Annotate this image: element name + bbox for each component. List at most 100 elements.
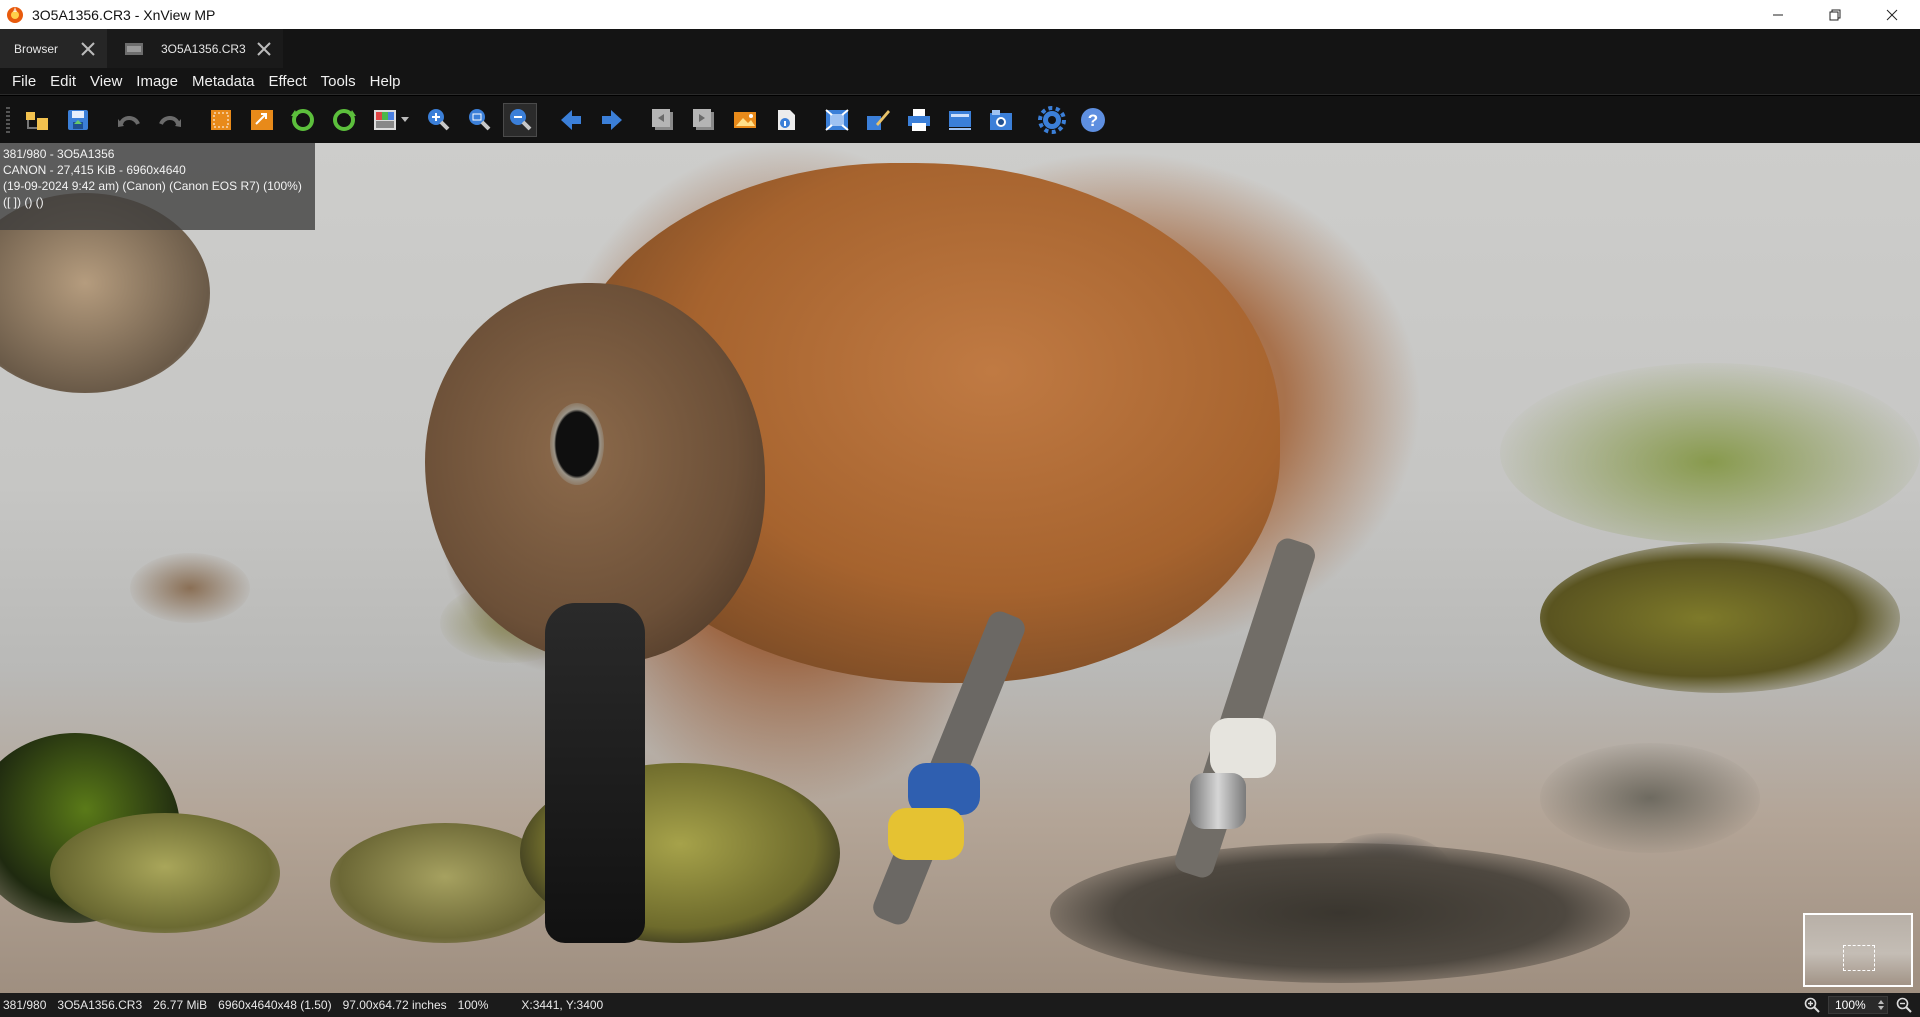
zoom-level-value: 100%	[1835, 998, 1866, 1012]
status-bar: 381/980 3O5A1356.CR3 26.77 MiB 6960x4640…	[0, 993, 1920, 1017]
zoom-in-icon[interactable]	[1804, 997, 1820, 1013]
stone	[130, 553, 250, 623]
next-icon	[602, 109, 622, 130]
tab-label: Browser	[14, 41, 59, 56]
next-button[interactable]	[595, 103, 629, 137]
status-filename: 3O5A1356.CR3	[57, 998, 143, 1012]
info-line: CANON - 27,415 KiB - 6960x4640	[3, 163, 186, 177]
properties-icon	[778, 109, 795, 130]
close-icon	[257, 41, 271, 56]
crop-icon	[211, 109, 231, 130]
tab-close-button[interactable]	[79, 40, 97, 58]
svg-text:?: ?	[1088, 111, 1098, 130]
menu-help[interactable]: Help	[363, 73, 408, 90]
resize-icon	[251, 109, 273, 130]
status-print-size: 97.00x64.72 inches	[342, 998, 447, 1012]
stone	[1540, 543, 1900, 693]
redo-button[interactable]	[153, 103, 187, 137]
bird-beak	[545, 603, 645, 943]
open-folder-button[interactable]	[20, 103, 54, 137]
fullscreen-icon	[825, 108, 849, 131]
status-filesize: 26.77 MiB	[153, 998, 208, 1012]
menu-tools[interactable]: Tools	[314, 73, 363, 90]
stone	[50, 813, 280, 933]
toolbar: ?	[0, 96, 1920, 143]
tab-image-file[interactable]: 3O5A1356.CR3	[107, 29, 283, 68]
help-button[interactable]: ?	[1076, 103, 1110, 137]
edit-button[interactable]	[861, 103, 895, 137]
last-page-icon	[693, 108, 714, 130]
minimize-icon	[1772, 14, 1783, 15]
first-page-button[interactable]	[646, 103, 680, 137]
toolbar-grip[interactable]	[6, 106, 10, 133]
settings-icon	[1038, 105, 1066, 134]
zoom-level-field[interactable]: 100%	[1828, 996, 1888, 1014]
set-wallpaper-button[interactable]	[728, 103, 762, 137]
restore-button[interactable]	[1806, 0, 1863, 29]
info-line: (19-09-2024 9:42 am) (Canon) (Canon EOS …	[3, 179, 302, 193]
resize-button[interactable]	[245, 103, 279, 137]
settings-button[interactable]	[1035, 103, 1069, 137]
zoom-in-button[interactable]	[421, 103, 455, 137]
close-icon	[1886, 9, 1897, 20]
leg-ring-white	[1210, 718, 1276, 778]
zoom-out-button[interactable]	[503, 102, 537, 137]
xnview-logo-icon	[7, 6, 23, 23]
properties-button[interactable]	[769, 103, 803, 137]
menu-effect[interactable]: Effect	[262, 73, 314, 90]
tab-browser[interactable]: Browser	[0, 29, 107, 68]
info-line: ([ ]) () ()	[3, 195, 44, 209]
color-adjust-button[interactable]	[368, 103, 402, 137]
zoom-out-icon[interactable]	[1896, 997, 1912, 1013]
print-icon	[908, 108, 930, 131]
rotate-right-button[interactable]	[327, 103, 361, 137]
undo-icon	[118, 115, 140, 127]
zoom-spinner[interactable]	[1878, 1000, 1884, 1010]
first-page-icon	[652, 108, 673, 130]
window-title: 3O5A1356.CR3 - XnView MP	[32, 6, 216, 23]
menu-metadata[interactable]: Metadata	[185, 73, 262, 90]
print-button[interactable]	[902, 103, 936, 137]
menu-image[interactable]: Image	[129, 73, 185, 90]
save-icon	[68, 109, 88, 130]
leg-ring-yellow	[888, 808, 964, 860]
scan-button[interactable]	[943, 103, 977, 137]
image-info-overlay: 381/980 - 3O5A1356 CANON - 27,415 KiB - …	[0, 143, 315, 230]
last-page-button[interactable]	[687, 103, 721, 137]
bird-eye	[550, 403, 604, 485]
zoom-fit-button[interactable]	[462, 103, 496, 137]
fullscreen-button[interactable]	[820, 103, 854, 137]
tab-label: 3O5A1356.CR3	[161, 41, 246, 56]
menu-edit[interactable]: Edit	[43, 73, 83, 90]
tab-close-button[interactable]	[255, 40, 273, 58]
restore-icon	[1829, 9, 1840, 20]
rotate-right-icon	[333, 108, 356, 131]
menu-file[interactable]: File	[5, 73, 43, 90]
stone	[1540, 743, 1760, 853]
close-window-button[interactable]	[1863, 0, 1920, 29]
zoom-in-icon	[428, 108, 450, 130]
menu-bar: File Edit View Image Metadata Effect Too…	[0, 68, 1920, 95]
status-position: 381/980	[3, 998, 47, 1012]
color-adjust-icon	[374, 109, 396, 130]
rotate-left-button[interactable]	[286, 103, 320, 137]
screen-capture-button[interactable]	[984, 103, 1018, 137]
save-button[interactable]	[61, 103, 95, 137]
undo-button[interactable]	[112, 103, 146, 137]
status-zoom: 100%	[457, 998, 489, 1012]
previous-button[interactable]	[554, 103, 588, 137]
rotate-left-icon	[291, 108, 314, 131]
crop-button[interactable]	[204, 103, 238, 137]
minimize-button[interactable]	[1749, 0, 1806, 29]
menu-view[interactable]: View	[83, 73, 129, 90]
help-icon: ?	[1081, 107, 1105, 132]
color-adjust-dropdown-arrow[interactable]	[401, 117, 409, 122]
image-viewport[interactable]	[0, 143, 1920, 993]
leg-ring-metal	[1190, 773, 1246, 829]
scan-icon	[949, 110, 971, 130]
zoom-out-icon	[510, 108, 532, 130]
zoom-fit-icon	[469, 108, 491, 130]
navigator-thumbnail[interactable]	[1803, 913, 1913, 987]
navigator-viewport-rect[interactable]	[1843, 945, 1875, 971]
info-line: 381/980 - 3O5A1356	[3, 147, 115, 161]
